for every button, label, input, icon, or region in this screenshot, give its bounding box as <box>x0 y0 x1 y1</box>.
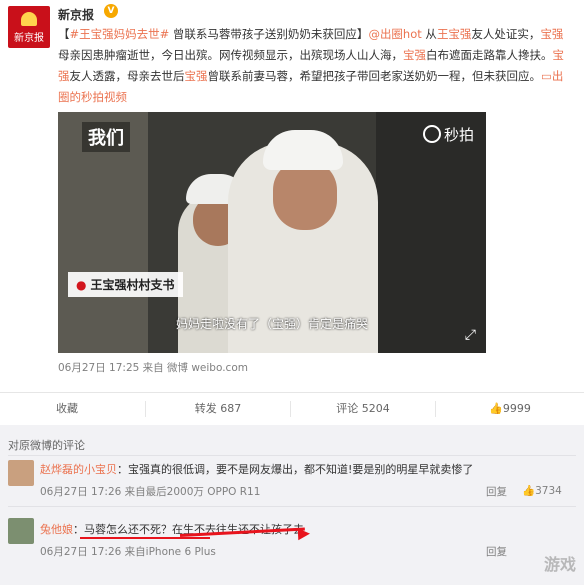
miaopai-icon <box>422 125 441 143</box>
thumbs-up-icon: 👍 <box>522 485 536 497</box>
annotation-underline <box>80 537 210 539</box>
comment-source: 来自最后2000万 OPPO R11 <box>124 486 261 498</box>
divider <box>8 455 576 456</box>
text-fragment: 母亲因患肿瘤逝世，今日出殡。网传视频显示，出殡现场人山人海， <box>58 48 403 62</box>
video-subtitle: 妈妈走啦没有了（宝强）肯定是痛哭 <box>175 317 368 331</box>
reply-button[interactable]: 回复 <box>486 544 507 559</box>
comment-meta: 06月27日 17:26 来自iPhone 6 Plus <box>40 544 216 559</box>
site-watermark: 游戏 <box>543 555 576 574</box>
reply-button[interactable]: 回复 <box>486 484 507 499</box>
comments-header: 对原微博的评论 <box>8 439 85 452</box>
keyword-highlight: 宝强 <box>184 69 208 83</box>
video-icon: ▭ <box>541 69 552 83</box>
text-fragment: 【 <box>58 27 70 41</box>
video-provider: 秒拍 <box>422 124 474 145</box>
comment-time: 06月27日 17:26 <box>40 546 122 558</box>
text-fragment: 白布遮面走路靠人搀扶。 <box>426 48 553 62</box>
favorite-label: 收藏 <box>56 402 78 415</box>
post-time[interactable]: 06月27日 17:25 <box>58 362 139 374</box>
caption-text: 王宝强村村支书 <box>90 278 175 292</box>
divider <box>8 506 576 507</box>
comment-like-count: 3734 <box>535 485 562 497</box>
commenter-name[interactable]: 赵烨磊的小宝贝 <box>40 463 117 476</box>
comment-content: ：宝强真的很低调，要不是网友爆出，都不知道!要是别的明星早就卖惨了 <box>117 463 474 476</box>
keyword-highlight: 宝强 <box>403 48 426 62</box>
logo-dome-icon <box>21 12 37 26</box>
post-source[interactable]: 来自 微博 weibo.com <box>143 362 248 374</box>
comments-section: 对原微博的评论 赵烨磊的小宝贝：宝强真的很低调，要不是网友爆出，都不知道!要是别… <box>0 425 584 585</box>
comment-time: 06月27日 17:26 <box>40 486 122 498</box>
weibo-post: 新京报 新京报 V 【#王宝强妈妈去世# 曾联系马蓉带孩子送别奶奶未获回应】@出… <box>0 0 584 425</box>
hashtag-link[interactable]: 妈妈去世# <box>114 27 170 41</box>
comment-text: 赵烨磊的小宝贝：宝强真的很低调，要不是网友爆出，都不知道!要是别的明星早就卖惨了 <box>40 461 570 477</box>
video-figure <box>263 130 343 170</box>
like-button[interactable]: 👍9999 <box>436 393 584 425</box>
comment-meta: 06月27日 17:26 来自最后2000万 OPPO R11 <box>40 484 260 499</box>
comment-label: 评论 5204 <box>336 402 390 415</box>
text-fragment: 曾联系马蓉带孩子送别奶奶未获回应】 <box>169 27 369 41</box>
commenter-name[interactable]: 兔他娘 <box>40 523 73 536</box>
like-count: 9999 <box>502 402 531 415</box>
video-name-caption: ● 王宝强村村支书 <box>68 272 183 297</box>
comment-source: 来自iPhone 6 Plus <box>124 546 216 558</box>
repost-button[interactable]: 转发 687 <box>146 393 290 425</box>
text-fragment: 从 <box>421 27 437 41</box>
keyword-highlight: 宝强 <box>540 27 564 41</box>
location-pin-icon: ● <box>76 278 87 292</box>
video-brand-logo: 我们 <box>82 122 130 152</box>
author-avatar[interactable]: 新京报 <box>8 6 50 48</box>
post-meta: 06月27日 17:25 来自 微博 weibo.com <box>58 360 248 375</box>
author-name[interactable]: 新京报 <box>58 6 94 23</box>
commenter-avatar[interactable] <box>8 460 34 486</box>
keyword-highlight: 王宝强 <box>436 27 472 41</box>
favorite-button[interactable]: 收藏 <box>0 393 134 425</box>
annotation-arrowhead <box>297 527 311 541</box>
comment-button[interactable]: 评论 5204 <box>291 393 435 425</box>
comment-like-button[interactable]: 👍3734 <box>522 484 562 497</box>
avatar-logo-text: 新京报 <box>14 33 44 44</box>
thumbs-up-icon: 👍 <box>489 402 503 415</box>
video-player[interactable]: 我们 秒拍 ● 王宝强村村支书 妈妈走啦没有了（宝强）肯定是痛哭 ⤢ <box>58 112 486 353</box>
text-fragment: 曾联系前妻马蓉，希望把孩子带回老家送奶奶一程，但未获回应。 <box>207 69 542 83</box>
hashtag-link[interactable]: #王宝强 <box>70 27 114 41</box>
text-fragment: 友人处证实， <box>471 27 541 41</box>
video-figure <box>273 160 337 230</box>
text-fragment: 友人透露，母亲去世后 <box>69 69 185 83</box>
verified-icon: V <box>104 4 118 18</box>
commenter-avatar[interactable] <box>8 518 34 544</box>
fullscreen-icon[interactable]: ⤢ <box>465 327 476 343</box>
repost-label: 转发 687 <box>194 402 242 415</box>
post-actions-bar: 收藏 转发 687 评论 5204 👍9999 <box>0 392 584 425</box>
mention-link[interactable]: @出圈hot <box>368 27 421 41</box>
post-text: 【#王宝强妈妈去世# 曾联系马蓉带孩子送别奶奶未获回应】@出圈hot 从王宝强友… <box>58 24 570 108</box>
video-provider-label: 秒拍 <box>443 126 474 144</box>
